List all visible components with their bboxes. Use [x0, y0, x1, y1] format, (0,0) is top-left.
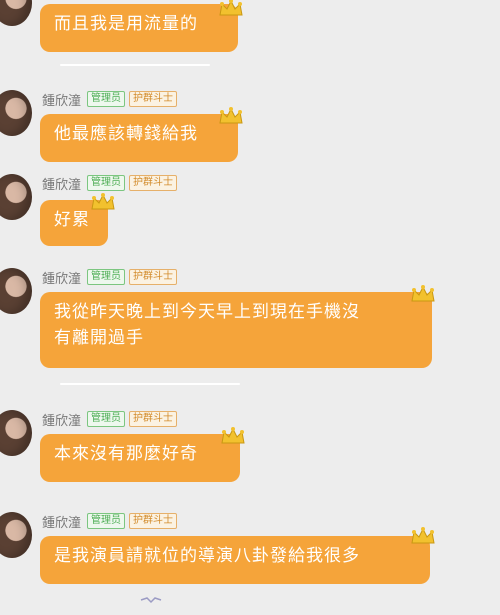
message-meta: 鍾欣潼 管理员 护群斗士 [42, 410, 178, 429]
admin-badge: 管理员 [87, 269, 126, 285]
guard-badge: 护群斗士 [129, 513, 178, 529]
sender-name[interactable]: 鍾欣潼 [42, 268, 81, 287]
crown-icon [91, 193, 115, 210]
guard-badge: 护群斗士 [129, 91, 178, 107]
chat-message-list[interactable]: 而且我是用流量的 鍾欣潼 管理员 护群斗士 他最應該轉錢給我 鍾欣潼 管理员 护… [0, 0, 500, 615]
avatar[interactable] [0, 174, 32, 220]
message-text: 他最應該轉錢給我 [54, 124, 198, 144]
sender-name[interactable]: 鍾欣潼 [42, 410, 81, 429]
message-bubble[interactable]: 本來沒有那麼好奇 [40, 434, 240, 482]
admin-badge: 管理员 [87, 91, 126, 107]
message-meta: 鍾欣潼 管理员 护群斗士 [42, 174, 178, 193]
sender-name[interactable]: 鍾欣潼 [42, 174, 81, 193]
message-bubble[interactable]: 而且我是用流量的 [40, 4, 238, 52]
avatar[interactable] [0, 90, 32, 136]
message-text: 而且我是用流量的 [54, 14, 198, 34]
message-bubble[interactable]: 我從昨天晚上到今天早上到現在手機沒 有離開過手 [40, 292, 432, 368]
message-meta: 鍾欣潼 管理员 护群斗士 [42, 268, 178, 287]
divider [60, 383, 240, 385]
message-meta: 鍾欣潼 管理员 护群斗士 [42, 512, 178, 531]
avatar[interactable] [0, 410, 32, 456]
crown-icon [219, 107, 243, 124]
divider [60, 64, 210, 66]
crown-icon [411, 285, 435, 302]
avatar[interactable] [0, 0, 32, 26]
crown-icon [411, 527, 435, 544]
message-meta: 鍾欣潼 管理员 护群斗士 [42, 90, 178, 109]
crown-icon [221, 427, 245, 444]
guard-badge: 护群斗士 [129, 269, 178, 285]
message-text: 好累 [54, 210, 90, 230]
message-bubble[interactable]: 他最應該轉錢給我 [40, 114, 238, 162]
message-bubble[interactable]: 是我演員請就位的導演八卦發給我很多 [40, 536, 430, 584]
message-text-line: 有離開過手 [54, 328, 144, 348]
sender-name[interactable]: 鍾欣潼 [42, 90, 81, 109]
admin-badge: 管理员 [87, 411, 126, 427]
admin-badge: 管理员 [87, 513, 126, 529]
avatar[interactable] [0, 512, 32, 558]
message-text: 本來沒有那麼好奇 [54, 444, 198, 464]
admin-badge: 管理员 [87, 175, 126, 191]
crown-icon [219, 0, 243, 16]
message-text: 是我演員請就位的導演八卦發給我很多 [54, 546, 360, 566]
guard-badge: 护群斗士 [129, 175, 178, 191]
watermark-icon [140, 597, 162, 604]
avatar[interactable] [0, 268, 32, 314]
message-text-line: 我從昨天晚上到今天早上到現在手機沒 [54, 302, 360, 322]
sender-name[interactable]: 鍾欣潼 [42, 512, 81, 531]
guard-badge: 护群斗士 [129, 411, 178, 427]
